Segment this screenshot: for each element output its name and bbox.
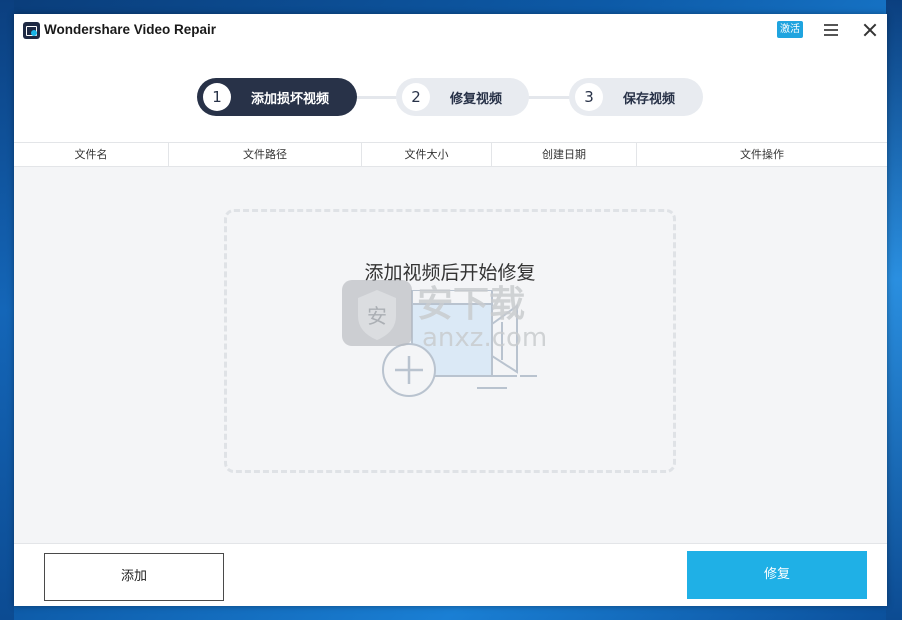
app-window: Wondershare Video Repair 激活 1 添加损坏视频 2 修… — [14, 14, 887, 606]
step-add-damaged-video[interactable]: 1 添加损坏视频 — [197, 78, 357, 116]
watermark-logo: 安 安下载 anxz.com — [342, 280, 547, 353]
column-header-filepath[interactable]: 文件路径 — [169, 143, 362, 166]
desktop-background-left — [0, 0, 14, 620]
repair-button[interactable]: 修复 — [687, 551, 867, 599]
step-number: 1 — [203, 83, 231, 111]
watermark-brand-text: 安下载 — [417, 284, 525, 325]
step-number: 2 — [402, 83, 430, 111]
watermark-badge-text: 安 — [367, 304, 387, 328]
close-icon[interactable] — [862, 22, 878, 38]
column-header-filesize[interactable]: 文件大小 — [362, 143, 492, 166]
add-button[interactable]: 添加 — [44, 553, 224, 601]
step-connector — [356, 96, 398, 99]
title-bar: Wondershare Video Repair 激活 — [14, 14, 887, 48]
app-title: Wondershare Video Repair — [44, 22, 217, 37]
watermark-domain-text: anxz.com — [422, 323, 547, 353]
column-header-file-actions[interactable]: 文件操作 — [637, 143, 887, 166]
hamburger-menu-icon[interactable] — [824, 24, 838, 36]
step-label: 添加损坏视频 — [251, 91, 330, 107]
file-list-area: 添加视频后开始修复 安 安下载 anxz.com — [14, 167, 887, 543]
action-bar: 添加 修复 — [14, 543, 887, 606]
file-table-header: 文件名 文件路径 文件大小 创建日期 文件操作 — [14, 142, 887, 167]
app-logo-icon — [23, 22, 40, 39]
desktop-background-right — [886, 0, 902, 620]
step-label: 保存视频 — [623, 91, 676, 107]
step-connector — [528, 96, 570, 99]
column-header-created-date[interactable]: 创建日期 — [492, 143, 637, 166]
step-indicator: 1 添加损坏视频 2 修复视频 3 保存视频 — [14, 78, 887, 116]
step-number: 3 — [575, 83, 603, 111]
column-header-filename[interactable]: 文件名 — [14, 143, 169, 166]
step-save-video[interactable]: 3 保存视频 — [569, 78, 703, 116]
activate-button[interactable]: 激活 — [777, 21, 803, 38]
step-repair-video[interactable]: 2 修复视频 — [396, 78, 529, 116]
step-label: 修复视频 — [450, 91, 503, 107]
